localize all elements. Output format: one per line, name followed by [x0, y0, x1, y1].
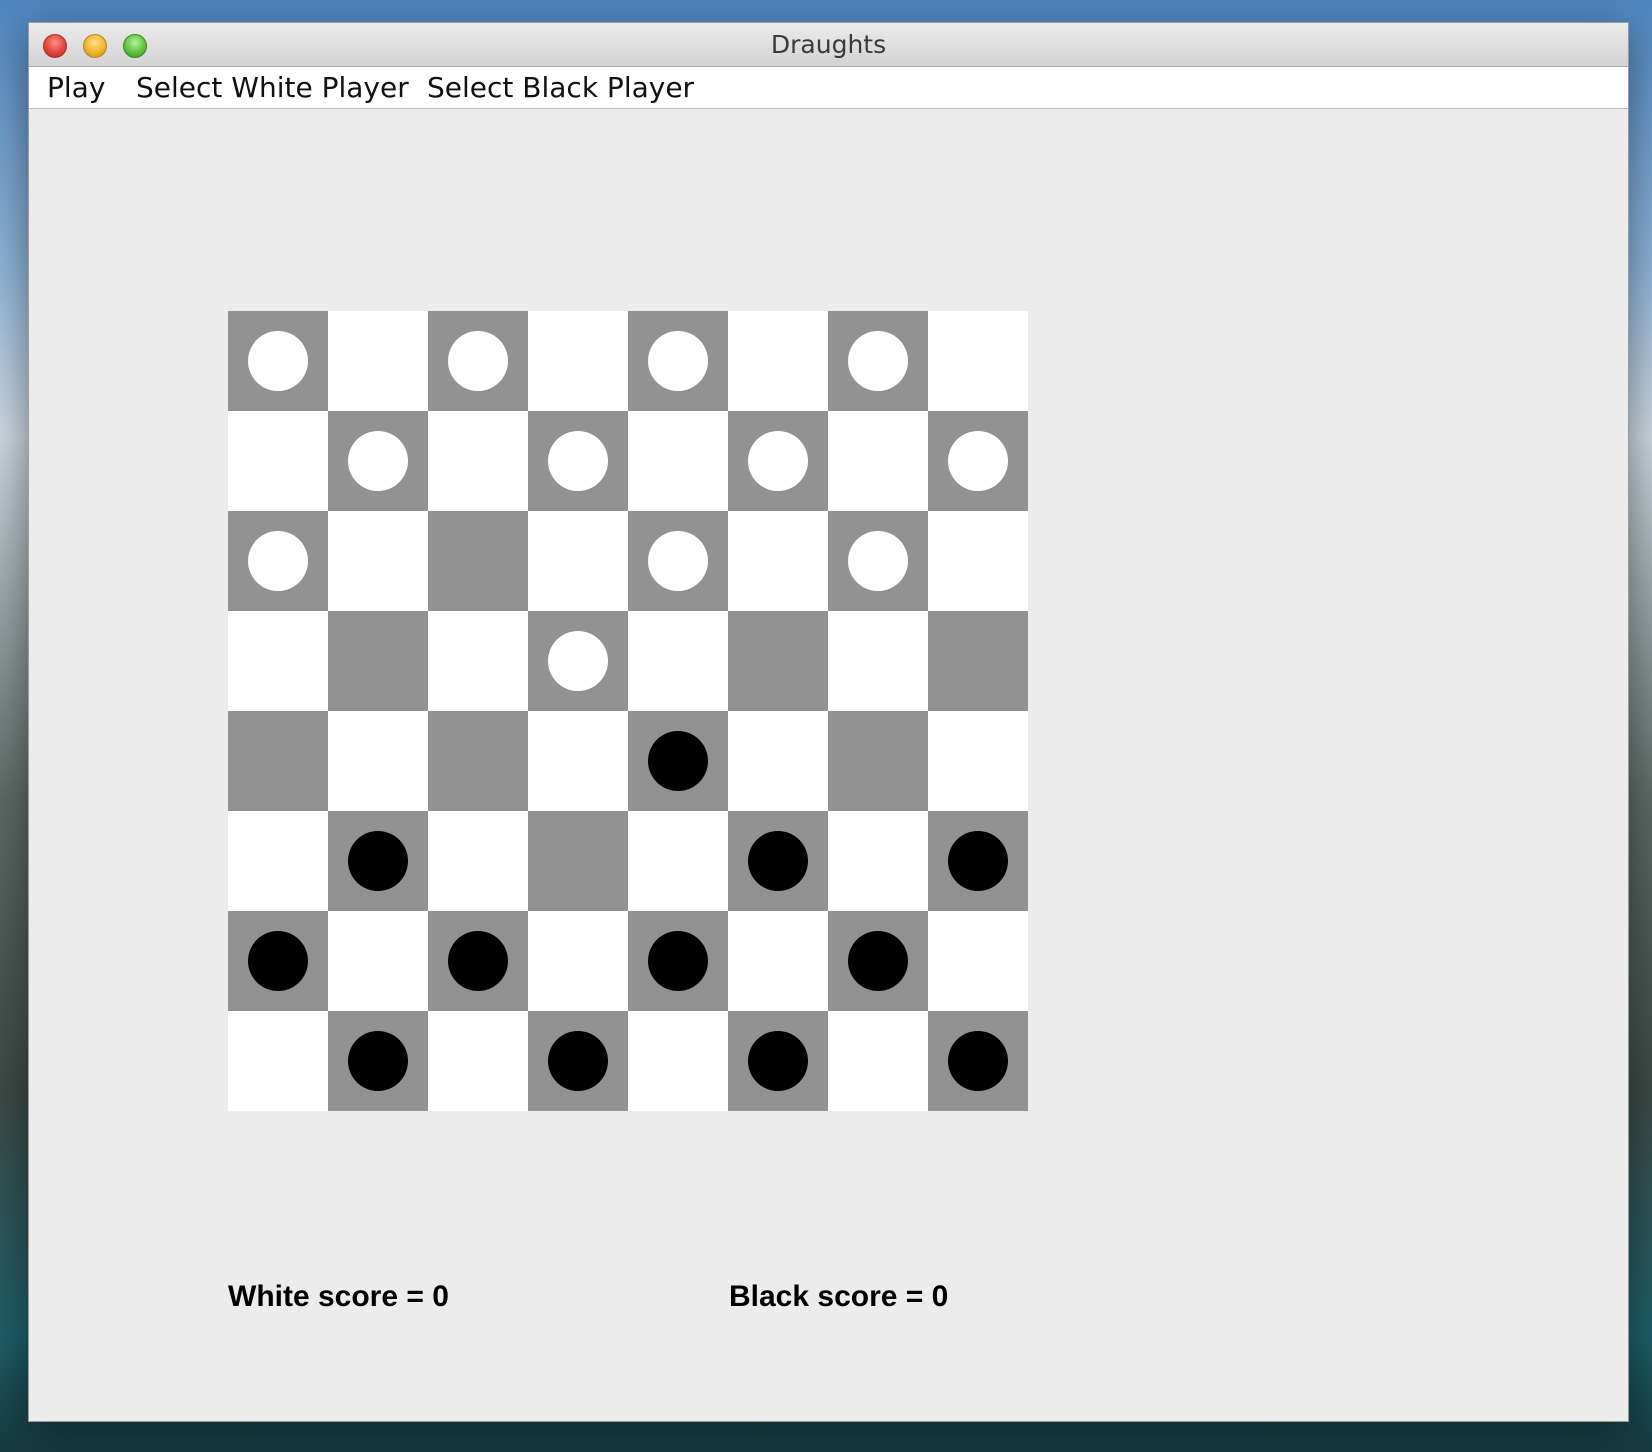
black-piece[interactable] — [448, 931, 508, 991]
white-piece[interactable] — [648, 531, 708, 591]
menu-select-white-player[interactable]: Select White Player — [136, 71, 409, 104]
board-square[interactable] — [528, 611, 628, 711]
board-square[interactable] — [628, 1011, 728, 1111]
white-piece[interactable] — [648, 331, 708, 391]
board-square[interactable] — [428, 411, 528, 511]
board-square[interactable] — [428, 911, 528, 1011]
menu-bar: Play Select White Player Select Black Pl… — [29, 67, 1628, 109]
board-square[interactable] — [328, 1011, 428, 1111]
board-square[interactable] — [928, 611, 1028, 711]
board-square[interactable] — [628, 511, 728, 611]
board-square[interactable] — [228, 911, 328, 1011]
board-square[interactable] — [528, 811, 628, 911]
black-score: Black score = 0 — [729, 1280, 949, 1313]
black-piece[interactable] — [648, 931, 708, 991]
board-square[interactable] — [928, 411, 1028, 511]
white-piece[interactable] — [248, 531, 308, 591]
white-piece[interactable] — [348, 431, 408, 491]
black-piece[interactable] — [248, 931, 308, 991]
board-square[interactable] — [528, 911, 628, 1011]
board-square[interactable] — [928, 1011, 1028, 1111]
black-piece[interactable] — [648, 731, 708, 791]
board-square[interactable] — [828, 1011, 928, 1111]
white-piece[interactable] — [848, 531, 908, 591]
black-piece[interactable] — [748, 1031, 808, 1091]
board-square[interactable] — [828, 711, 928, 811]
board-square[interactable] — [928, 311, 1028, 411]
board-square[interactable] — [328, 911, 428, 1011]
board-square[interactable] — [628, 311, 728, 411]
black-piece[interactable] — [948, 831, 1008, 891]
white-piece[interactable] — [448, 331, 508, 391]
white-piece[interactable] — [948, 431, 1008, 491]
board-square[interactable] — [528, 511, 628, 611]
white-piece[interactable] — [748, 431, 808, 491]
board-square[interactable] — [428, 311, 528, 411]
board-square[interactable] — [728, 411, 828, 511]
board-square[interactable] — [428, 711, 528, 811]
board-square[interactable] — [228, 811, 328, 911]
board-square[interactable] — [728, 311, 828, 411]
board-square[interactable] — [728, 611, 828, 711]
board-square[interactable] — [928, 711, 1028, 811]
board-square[interactable] — [828, 611, 928, 711]
black-piece[interactable] — [348, 1031, 408, 1091]
board-square[interactable] — [328, 411, 428, 511]
board-square[interactable] — [428, 611, 528, 711]
board-square[interactable] — [828, 911, 928, 1011]
black-piece[interactable] — [748, 831, 808, 891]
board-square[interactable] — [228, 711, 328, 811]
board-square[interactable] — [828, 811, 928, 911]
black-piece[interactable] — [548, 1031, 608, 1091]
board-square[interactable] — [828, 311, 928, 411]
board-square[interactable] — [328, 711, 428, 811]
menu-select-black-player[interactable]: Select Black Player — [427, 71, 694, 104]
black-piece[interactable] — [348, 831, 408, 891]
board-square[interactable] — [628, 911, 728, 1011]
board-square[interactable] — [928, 911, 1028, 1011]
game-board[interactable] — [228, 311, 1028, 1111]
menu-play[interactable]: Play — [47, 71, 105, 104]
board-square[interactable] — [728, 511, 828, 611]
board-square[interactable] — [628, 411, 728, 511]
white-piece[interactable] — [848, 331, 908, 391]
board-square[interactable] — [428, 1011, 528, 1111]
white-piece[interactable] — [548, 431, 608, 491]
board-square[interactable] — [428, 811, 528, 911]
board-square[interactable] — [728, 1011, 828, 1111]
board-square[interactable] — [328, 811, 428, 911]
board-square[interactable] — [728, 711, 828, 811]
black-piece[interactable] — [848, 931, 908, 991]
board-square[interactable] — [428, 511, 528, 611]
board-square[interactable] — [228, 511, 328, 611]
board-square[interactable] — [328, 311, 428, 411]
board-square[interactable] — [628, 711, 728, 811]
board-square[interactable] — [828, 511, 928, 611]
board-square[interactable] — [728, 811, 828, 911]
board-square[interactable] — [228, 311, 328, 411]
app-window: Draughts Play Select White Player Select… — [28, 22, 1629, 1422]
white-piece[interactable] — [248, 331, 308, 391]
title-bar[interactable]: Draughts — [29, 23, 1628, 67]
black-piece[interactable] — [948, 1031, 1008, 1091]
board-square[interactable] — [328, 611, 428, 711]
white-piece[interactable] — [548, 631, 608, 691]
board-square[interactable] — [528, 411, 628, 511]
board-square[interactable] — [228, 411, 328, 511]
white-score: White score = 0 — [228, 1280, 449, 1313]
board-square[interactable] — [928, 511, 1028, 611]
board-square[interactable] — [528, 1011, 628, 1111]
board-square[interactable] — [328, 511, 428, 611]
board-square[interactable] — [528, 711, 628, 811]
board-square[interactable] — [628, 611, 728, 711]
board-square[interactable] — [228, 1011, 328, 1111]
board-square[interactable] — [228, 611, 328, 711]
board-square[interactable] — [928, 811, 1028, 911]
board-square[interactable] — [628, 811, 728, 911]
board-square[interactable] — [728, 911, 828, 1011]
board-square[interactable] — [828, 411, 928, 511]
window-title: Draughts — [770, 30, 887, 59]
board-square[interactable] — [528, 311, 628, 411]
